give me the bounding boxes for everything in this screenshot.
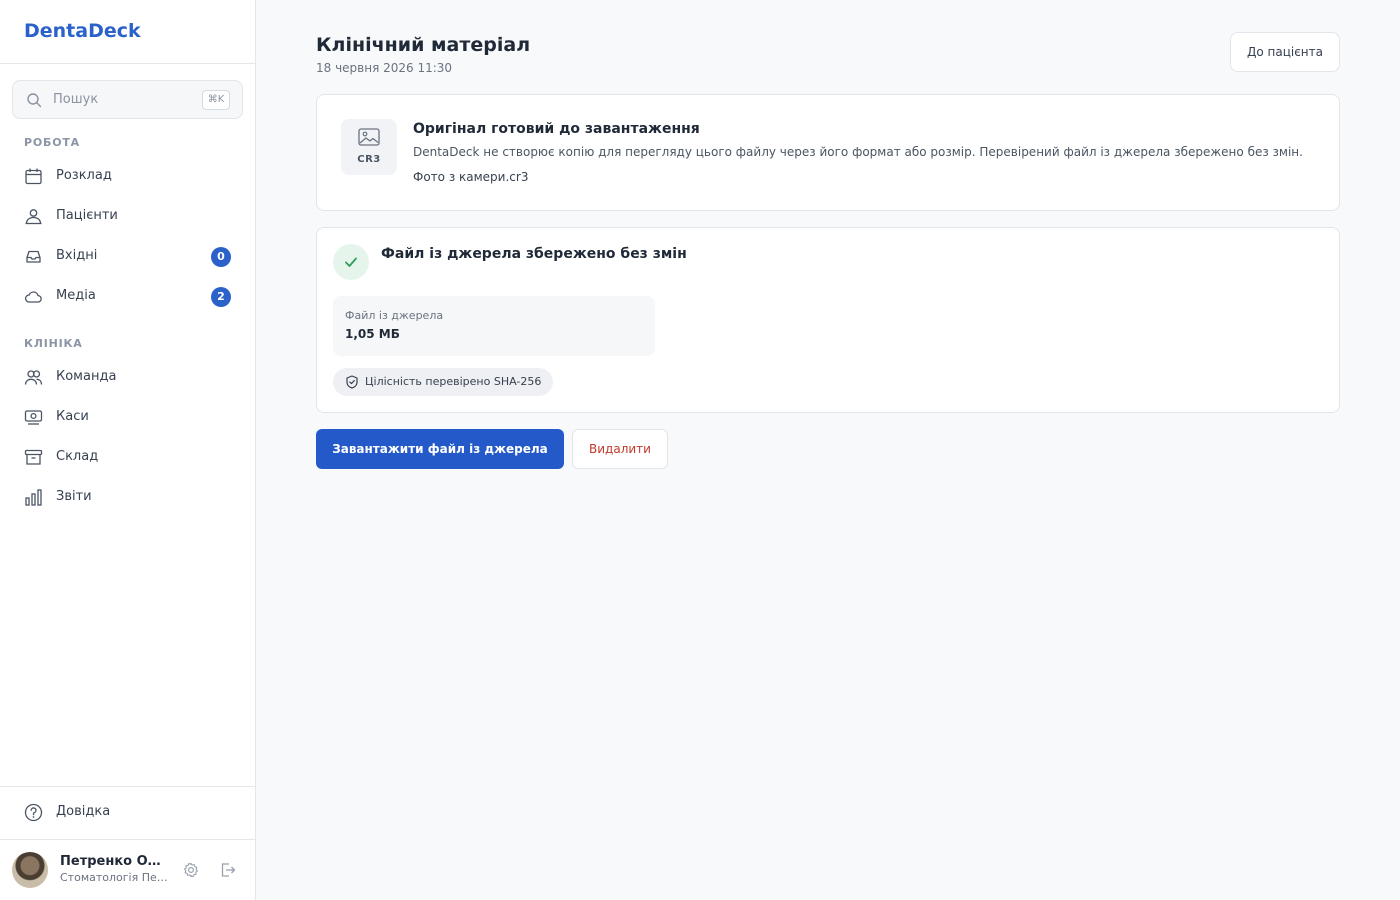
sidebar: DentaDeck Пошук ⌘K РОБОТА Розклад Пацієн… (0, 0, 256, 900)
sidebar-item-label: Пацієнти (56, 208, 118, 223)
count-badge: 0 (211, 247, 231, 267)
section-label-clinic: КЛІНІКА (24, 337, 83, 350)
integrity-badge: Цілісність перевірено SHA-256 (333, 368, 553, 396)
status-card: Файл із джерела збережено без змін Файл … (316, 227, 1340, 413)
check-icon (343, 254, 359, 270)
source-file-info: Файл із джерела 1,05 МБ (333, 296, 655, 356)
sidebar-item-warehouse[interactable]: Склад (12, 439, 243, 475)
search-icon (26, 92, 42, 108)
source-file-label: Файл із джерела (345, 309, 444, 322)
keyboard-shortcut: ⌘K (202, 90, 230, 110)
patients-icon (24, 207, 43, 226)
sidebar-item-label: Звіти (56, 489, 92, 504)
archive-icon (24, 448, 43, 467)
search-box[interactable]: Пошук ⌘K (12, 80, 243, 119)
sidebar-item-reports[interactable]: Звіти (12, 479, 243, 515)
team-icon (24, 368, 43, 387)
user-organization: Стоматологія Петренко (60, 871, 168, 884)
cash-register-icon (24, 408, 43, 427)
inbox-icon (24, 247, 43, 266)
integrity-text: Цілісність перевірено SHA-256 (365, 375, 542, 388)
back-to-patient-button[interactable]: До пацієнта (1230, 32, 1340, 72)
cloud-icon (24, 287, 43, 306)
page-title: Клінічний матеріал (316, 34, 531, 56)
app-logo[interactable]: DentaDeck (24, 20, 141, 42)
sidebar-item-media[interactable]: Медіа 2 (12, 278, 243, 314)
sidebar-item-team[interactable]: Команда (12, 359, 243, 395)
image-icon (358, 128, 380, 146)
count-badge: 2 (211, 287, 231, 307)
divider (0, 839, 255, 840)
sidebar-item-schedule[interactable]: Розклад (12, 158, 243, 194)
file-thumbnail: CR3 (341, 119, 397, 175)
logout-icon[interactable] (218, 860, 238, 880)
sidebar-item-patients[interactable]: Пацієнти (12, 198, 243, 234)
status-title: Файл із джерела збережено без змін (381, 246, 687, 262)
delete-button[interactable]: Видалити (572, 429, 668, 469)
user-name: Петренко Олена (60, 854, 168, 869)
sidebar-item-label: Довідка (56, 804, 111, 819)
download-source-button[interactable]: Завантажити файл із джерела (316, 429, 564, 469)
settings-gear-icon[interactable] (181, 860, 201, 880)
card-description: DentaDeck не створює копію для перегляду… (413, 145, 1303, 159)
sidebar-item-label: Розклад (56, 168, 112, 183)
avatar[interactable] (12, 852, 48, 888)
bar-chart-icon (24, 488, 43, 507)
help-circle-icon (24, 803, 43, 822)
shield-check-icon (345, 375, 359, 389)
divider (0, 63, 255, 64)
file-extension: CR3 (357, 154, 381, 165)
sidebar-item-help[interactable]: Довідка (12, 794, 243, 830)
sidebar-item-inbox[interactable]: Вхідні 0 (12, 238, 243, 274)
sidebar-item-label: Каси (56, 409, 89, 424)
sidebar-item-label: Медіа (56, 288, 96, 303)
sidebar-item-cash[interactable]: Каси (12, 399, 243, 435)
calendar-icon (24, 167, 43, 186)
sidebar-item-label: Команда (56, 369, 117, 384)
divider (0, 786, 255, 787)
card-title: Оригінал готовий до завантаження (413, 121, 700, 137)
file-name: Фото з камери.cr3 (413, 170, 529, 184)
original-file-card: CR3 Оригінал готовий до завантаження Den… (316, 94, 1340, 211)
source-file-size: 1,05 МБ (345, 327, 400, 341)
page-date: 18 червня 2026 11:30 (316, 61, 453, 75)
sidebar-item-label: Вхідні (56, 248, 98, 263)
sidebar-item-label: Склад (56, 449, 99, 464)
success-status (333, 244, 369, 280)
section-label-work: РОБОТА (24, 136, 80, 149)
search-input[interactable]: Пошук (53, 92, 98, 107)
